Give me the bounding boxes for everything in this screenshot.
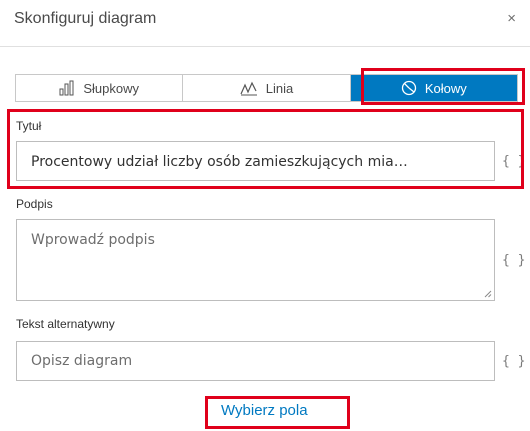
configure-chart-dialog: Skonfiguruj diagram × Słupkowy Linia Koł… (0, 0, 530, 431)
tab-line[interactable]: Linia (183, 75, 351, 101)
caption-expression-icon[interactable]: { } (502, 253, 525, 268)
alt-text-expression-icon[interactable]: { } (502, 354, 525, 369)
tab-bar[interactable]: Słupkowy (16, 75, 184, 101)
alt-text-input[interactable]: Opisz diagram (16, 341, 495, 381)
header-divider (0, 46, 530, 47)
caption-placeholder: Wprowadź podpis (31, 232, 155, 248)
highlight-pie-tab (361, 68, 525, 105)
highlight-select-fields (205, 396, 350, 429)
caption-field-label: Podpis (16, 197, 53, 211)
alt-text-field-label: Tekst alternatywny (16, 317, 115, 331)
dialog-title: Skonfiguruj diagram (14, 10, 157, 27)
resize-grip-icon[interactable] (484, 290, 492, 298)
tab-bar-label: Słupkowy (83, 80, 139, 96)
bar-chart-icon (59, 80, 74, 96)
close-icon[interactable]: × (507, 10, 516, 27)
caption-textarea[interactable]: Wprowadź podpis (16, 219, 495, 301)
line-chart-icon (240, 81, 257, 96)
tab-line-label: Linia (265, 80, 294, 96)
alt-text-placeholder: Opisz diagram (31, 353, 133, 369)
highlight-title-field (7, 109, 524, 189)
